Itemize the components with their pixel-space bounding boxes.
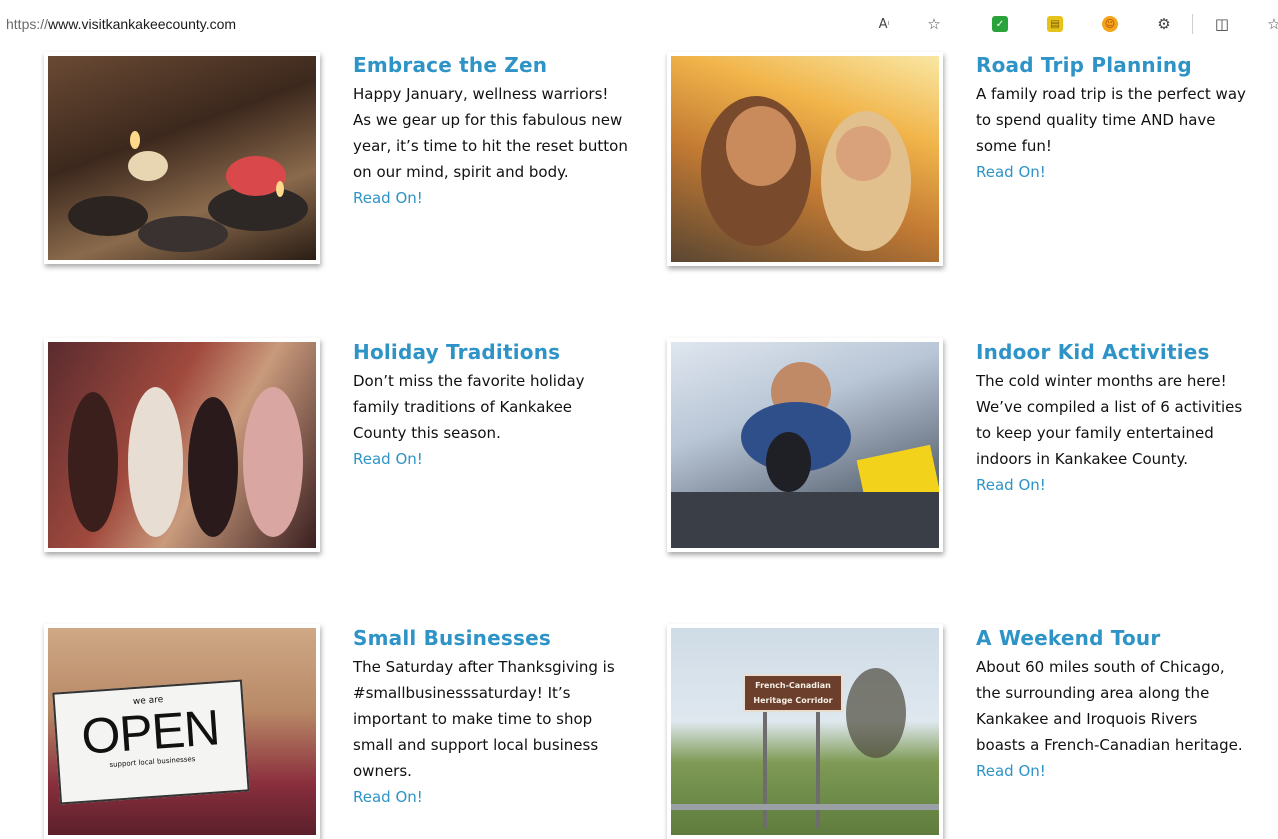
article-summary: A family road trip is the perfect way to…: [976, 81, 1251, 185]
article-summary: About 60 miles south of Chicago, the sur…: [976, 654, 1251, 784]
article-summary: Don’t miss the favorite holiday family t…: [353, 368, 628, 472]
article-title[interactable]: Holiday Traditions: [353, 340, 560, 364]
article-body: Happy January, wellness warriors! As we …: [353, 85, 628, 181]
read-on-link[interactable]: Read On!: [353, 185, 628, 211]
article-title[interactable]: Indoor Kid Activities: [976, 340, 1210, 364]
read-on-link[interactable]: Read On!: [353, 446, 628, 472]
article-title[interactable]: Small Businesses: [353, 626, 551, 650]
road-trip-photo: [671, 56, 939, 262]
extensions-puzzle-icon[interactable]: ⚙: [1152, 12, 1176, 36]
heritage-corridor-photo: French-Canadian Heritage Corridor: [671, 628, 939, 835]
article-thumbnail[interactable]: [667, 52, 943, 266]
extension-check-icon[interactable]: ✓: [988, 12, 1012, 36]
article-title[interactable]: Embrace the Zen: [353, 53, 547, 77]
read-on-link[interactable]: Read On!: [976, 159, 1251, 185]
toolbar-divider: [1192, 14, 1193, 34]
read-on-link[interactable]: Read On!: [976, 758, 1251, 784]
heritage-sign-text: French-Canadian Heritage Corridor: [743, 674, 843, 712]
article-thumbnail[interactable]: [667, 338, 943, 552]
article-title[interactable]: A Weekend Tour: [976, 626, 1160, 650]
article-body: A family road trip is the perfect way to…: [976, 85, 1246, 155]
extension-honey-icon[interactable]: ☺: [1098, 12, 1122, 36]
article-thumbnail[interactable]: French-Canadian Heritage Corridor: [667, 624, 943, 839]
article-thumbnail[interactable]: [44, 338, 320, 552]
article-title[interactable]: Road Trip Planning: [976, 53, 1192, 77]
url-protocol: https://: [6, 16, 49, 32]
article-thumbnail[interactable]: we are OPEN support local businesses: [44, 624, 320, 839]
article-summary: The cold winter months are here! We’ve c…: [976, 368, 1251, 498]
spa-stones-photo: [48, 56, 316, 260]
url-host: www.visitkankakeecounty.com: [48, 16, 237, 32]
open-sign-main-text: OPEN: [79, 699, 221, 765]
article-body: The cold winter months are here! We’ve c…: [976, 372, 1243, 468]
url-field[interactable]: https://www.visitkankakeecounty.com: [6, 16, 236, 32]
browser-address-bar: https://www.visitkankakeecounty.com A ⁾ ☆…: [0, 0, 1278, 50]
indoor-kids-photo: [671, 342, 939, 548]
article-body: About 60 miles south of Chicago, the sur…: [976, 658, 1243, 754]
extension-coupon-icon[interactable]: ▤: [1043, 12, 1067, 36]
favorite-star-icon[interactable]: ☆: [922, 12, 946, 36]
article-body: Don’t miss the favorite holiday family t…: [353, 372, 585, 442]
split-screen-icon[interactable]: ◫: [1210, 12, 1234, 36]
article-summary: Happy January, wellness warriors! As we …: [353, 81, 628, 211]
article-summary: The Saturday after Thanksgiving is #smal…: [353, 654, 628, 810]
read-on-link[interactable]: Read On!: [353, 784, 628, 810]
read-on-link[interactable]: Read On!: [976, 472, 1251, 498]
open-sign-photo: we are OPEN support local businesses: [48, 628, 316, 835]
article-body: The Saturday after Thanksgiving is #smal…: [353, 658, 615, 780]
family-holiday-photo: [48, 342, 316, 548]
favorites-icon[interactable]: ☆: [1262, 12, 1278, 36]
read-aloud-icon[interactable]: A ⁾: [872, 12, 896, 36]
article-thumbnail[interactable]: [44, 52, 320, 264]
